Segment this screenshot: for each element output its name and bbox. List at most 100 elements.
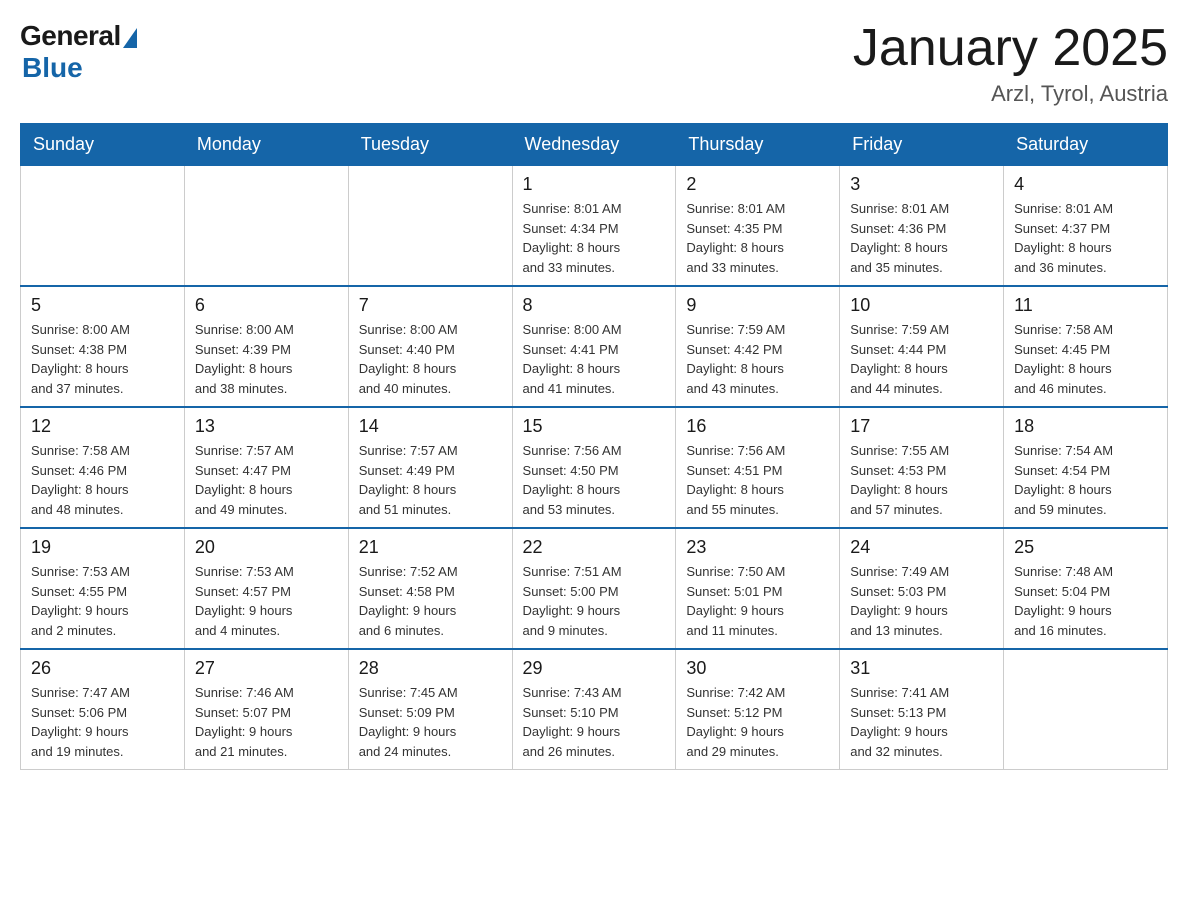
day-number: 11 [1014,295,1157,316]
day-number: 1 [523,174,666,195]
day-number: 14 [359,416,502,437]
day-number: 7 [359,295,502,316]
calendar-week-4: 19 Sunrise: 7:53 AMSunset: 4:55 PMDayligh… [21,528,1168,649]
day-info: Sunrise: 7:49 AMSunset: 5:03 PMDaylight:… [850,562,993,640]
day-info: Sunrise: 7:43 AMSunset: 5:10 PMDaylight:… [523,683,666,761]
day-number: 15 [523,416,666,437]
weekday-header-monday: Monday [184,124,348,166]
day-info: Sunrise: 8:00 AMSunset: 4:40 PMDaylight:… [359,320,502,398]
day-info: Sunrise: 7:58 AMSunset: 4:45 PMDaylight:… [1014,320,1157,398]
logo-blue-text: Blue [22,52,83,84]
day-info: Sunrise: 7:54 AMSunset: 4:54 PMDaylight:… [1014,441,1157,519]
calendar-week-1: 1 Sunrise: 8:01 AMSunset: 4:34 PMDaylight… [21,166,1168,287]
day-info: Sunrise: 7:53 AMSunset: 4:57 PMDaylight:… [195,562,338,640]
weekday-header-thursday: Thursday [676,124,840,166]
calendar-cell: 31 Sunrise: 7:41 AMSunset: 5:13 PMDayligh… [840,649,1004,770]
day-info: Sunrise: 8:00 AMSunset: 4:41 PMDaylight:… [523,320,666,398]
calendar-cell: 18 Sunrise: 7:54 AMSunset: 4:54 PMDayligh… [1004,407,1168,528]
calendar-cell: 27Sunrise: 7:46 AMSunset: 5:07 PMDayligh… [184,649,348,770]
calendar-subtitle: Arzl, Tyrol, Austria [853,81,1168,107]
day-number: 2 [686,174,829,195]
calendar-cell: 28Sunrise: 7:45 AMSunset: 5:09 PMDayligh… [348,649,512,770]
calendar-cell: 6 Sunrise: 8:00 AMSunset: 4:39 PMDaylight… [184,286,348,407]
day-number: 22 [523,537,666,558]
calendar-cell: 19 Sunrise: 7:53 AMSunset: 4:55 PMDayligh… [21,528,185,649]
calendar-cell: 10 Sunrise: 7:59 AMSunset: 4:44 PMDayligh… [840,286,1004,407]
calendar-cell [1004,649,1168,770]
day-number: 20 [195,537,338,558]
calendar-cell: 11 Sunrise: 7:58 AMSunset: 4:45 PMDayligh… [1004,286,1168,407]
day-info: Sunrise: 8:00 AMSunset: 4:39 PMDaylight:… [195,320,338,398]
day-number: 10 [850,295,993,316]
weekday-header-saturday: Saturday [1004,124,1168,166]
calendar-week-5: 26 Sunrise: 7:47 AMSunset: 5:06 PMDayligh… [21,649,1168,770]
day-info: Sunrise: 7:51 AMSunset: 5:00 PMDaylight:… [523,562,666,640]
calendar-body: 1 Sunrise: 8:01 AMSunset: 4:34 PMDaylight… [21,166,1168,770]
day-info: Sunrise: 7:48 AMSunset: 5:04 PMDaylight:… [1014,562,1157,640]
day-info: Sunrise: 7:53 AMSunset: 4:55 PMDaylight:… [31,562,174,640]
weekday-header-sunday: Sunday [21,124,185,166]
day-number: 6 [195,295,338,316]
calendar-cell: 16Sunrise: 7:56 AMSunset: 4:51 PMDayligh… [676,407,840,528]
page-header: General Blue January 2025 Arzl, Tyrol, A… [20,20,1168,107]
day-number: 26 [31,658,174,679]
calendar-cell: 24 Sunrise: 7:49 AMSunset: 5:03 PMDayligh… [840,528,1004,649]
calendar-cell: 23Sunrise: 7:50 AMSunset: 5:01 PMDayligh… [676,528,840,649]
weekday-header-friday: Friday [840,124,1004,166]
day-info: Sunrise: 7:56 AMSunset: 4:50 PMDaylight:… [523,441,666,519]
day-number: 24 [850,537,993,558]
day-number: 27 [195,658,338,679]
calendar-cell [184,166,348,287]
day-number: 18 [1014,416,1157,437]
day-number: 5 [31,295,174,316]
calendar-cell: 8Sunrise: 8:00 AMSunset: 4:41 PMDaylight… [512,286,676,407]
day-number: 31 [850,658,993,679]
day-info: Sunrise: 7:47 AMSunset: 5:06 PMDaylight:… [31,683,174,761]
logo-triangle-icon [123,28,137,48]
calendar-cell: 20 Sunrise: 7:53 AMSunset: 4:57 PMDayligh… [184,528,348,649]
day-number: 4 [1014,174,1157,195]
day-info: Sunrise: 7:50 AMSunset: 5:01 PMDaylight:… [686,562,829,640]
calendar-cell: 26 Sunrise: 7:47 AMSunset: 5:06 PMDayligh… [21,649,185,770]
calendar-cell: 22 Sunrise: 7:51 AMSunset: 5:00 PMDayligh… [512,528,676,649]
day-info: Sunrise: 7:58 AMSunset: 4:46 PMDaylight:… [31,441,174,519]
calendar-week-3: 12 Sunrise: 7:58 AMSunset: 4:46 PMDayligh… [21,407,1168,528]
day-number: 9 [686,295,829,316]
calendar-cell: 2 Sunrise: 8:01 AMSunset: 4:35 PMDaylight… [676,166,840,287]
calendar-cell: 25 Sunrise: 7:48 AMSunset: 5:04 PMDayligh… [1004,528,1168,649]
day-number: 19 [31,537,174,558]
day-info: Sunrise: 7:59 AMSunset: 4:42 PMDaylight:… [686,320,829,398]
day-info: Sunrise: 7:57 AMSunset: 4:47 PMDaylight:… [195,441,338,519]
calendar-cell: 17 Sunrise: 7:55 AMSunset: 4:53 PMDayligh… [840,407,1004,528]
calendar-cell: 29 Sunrise: 7:43 AMSunset: 5:10 PMDayligh… [512,649,676,770]
day-info: Sunrise: 7:41 AMSunset: 5:13 PMDaylight:… [850,683,993,761]
calendar-cell: 9 Sunrise: 7:59 AMSunset: 4:42 PMDaylight… [676,286,840,407]
calendar-cell: 14Sunrise: 7:57 AMSunset: 4:49 PMDayligh… [348,407,512,528]
day-info: Sunrise: 8:01 AMSunset: 4:35 PMDaylight:… [686,199,829,277]
calendar-cell: 30 Sunrise: 7:42 AMSunset: 5:12 PMDayligh… [676,649,840,770]
calendar-cell: 3 Sunrise: 8:01 AMSunset: 4:36 PMDaylight… [840,166,1004,287]
calendar-cell: 4 Sunrise: 8:01 AMSunset: 4:37 PMDaylight… [1004,166,1168,287]
day-number: 17 [850,416,993,437]
calendar-cell [348,166,512,287]
day-number: 3 [850,174,993,195]
day-info: Sunrise: 8:01 AMSunset: 4:36 PMDaylight:… [850,199,993,277]
day-info: Sunrise: 7:59 AMSunset: 4:44 PMDaylight:… [850,320,993,398]
calendar-cell: 15 Sunrise: 7:56 AMSunset: 4:50 PMDayligh… [512,407,676,528]
calendar-cell [21,166,185,287]
day-info: Sunrise: 8:00 AMSunset: 4:38 PMDaylight:… [31,320,174,398]
day-info: Sunrise: 7:55 AMSunset: 4:53 PMDaylight:… [850,441,993,519]
day-info: Sunrise: 8:01 AMSunset: 4:37 PMDaylight:… [1014,199,1157,277]
calendar-cell: 7 Sunrise: 8:00 AMSunset: 4:40 PMDaylight… [348,286,512,407]
day-info: Sunrise: 7:45 AMSunset: 5:09 PMDaylight:… [359,683,502,761]
day-number: 30 [686,658,829,679]
day-info: Sunrise: 8:01 AMSunset: 4:34 PMDaylight:… [523,199,666,277]
day-number: 12 [31,416,174,437]
day-number: 29 [523,658,666,679]
day-info: Sunrise: 7:56 AMSunset: 4:51 PMDaylight:… [686,441,829,519]
calendar-cell: 12 Sunrise: 7:58 AMSunset: 4:46 PMDayligh… [21,407,185,528]
weekday-header-wednesday: Wednesday [512,124,676,166]
calendar-cell: 21Sunrise: 7:52 AMSunset: 4:58 PMDayligh… [348,528,512,649]
day-number: 25 [1014,537,1157,558]
day-info: Sunrise: 7:42 AMSunset: 5:12 PMDaylight:… [686,683,829,761]
